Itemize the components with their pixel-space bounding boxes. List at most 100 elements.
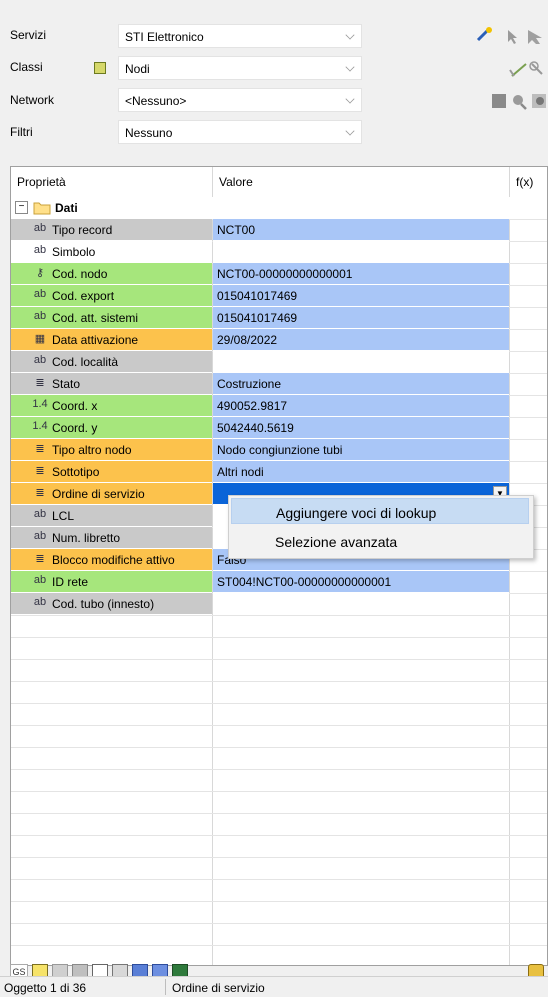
menu-item-add-lookup[interactable]: Aggiungere voci di lookup [231,498,529,524]
property-row[interactable]: ab Cod. tubo (innesto) [11,593,547,616]
property-row[interactable]: ≣ Stato Costruzione [11,373,547,396]
chevron-down-icon [345,126,355,136]
text-type-icon: ab [33,222,47,234]
property-label: LCL [52,509,75,523]
property-label: Tipo record [52,223,113,237]
group-label: Dati [55,201,78,215]
services-dropdown[interactable]: STI Elettronico [118,24,362,48]
property-label: Simbolo [52,245,96,259]
object-counter: Oggetto 1 di 36 [4,981,87,995]
property-name-cell[interactable]: 1.4 Coord. x [11,395,212,416]
list-icon: ≣ [35,443,45,455]
property-value-cell[interactable]: ST004!NCT00-00000000000001 [213,571,509,592]
text-type-icon: ab [33,354,47,366]
text-type-icon: ab [33,288,47,300]
square-icon[interactable] [492,94,506,108]
property-row[interactable]: 1.4 Coord. y 5042440.5619 [11,417,547,440]
empty-row [11,703,547,726]
property-name-cell[interactable]: ab Cod. tubo (innesto) [11,593,212,614]
property-row[interactable]: 1.4 Coord. x 490052.9817 [11,395,547,418]
property-value-cell[interactable]: Nodo congiunzione tubi [213,439,509,460]
cursor-alt-icon[interactable] [528,30,542,44]
column-header-value[interactable]: Valore [213,167,509,198]
property-name-cell[interactable]: ≣ Sottotipo [11,461,212,482]
classes-dropdown[interactable]: Nodi [118,56,362,80]
property-label: Cod. tubo (innesto) [52,597,155,611]
property-name-cell[interactable]: ≣ Ordine di servizio [11,483,212,504]
property-row[interactable]: ab ID rete ST004!NCT00-00000000000001 [11,571,547,594]
text-type-icon: ab [33,310,47,322]
property-row[interactable]: ab Cod. export 015041017469 [11,285,547,308]
empty-row [11,637,547,660]
property-name-cell[interactable]: ab Num. libretto [11,527,212,548]
status-bar: Oggetto 1 di 36 Ordine di servizio [0,976,548,997]
property-value: 015041017469 [217,311,298,325]
property-value-cell[interactable]: 015041017469 [213,307,509,328]
calendar-icon: ▦ [34,333,46,345]
edit-icon[interactable] [509,63,527,77]
property-value-cell[interactable]: 29/08/2022 [213,329,509,350]
property-row[interactable]: ab Cod. att. sistemi 015041017469 [11,307,547,330]
property-name-cell[interactable]: ▦ Data attivazione [11,329,212,350]
text-type-icon: ab [33,508,47,520]
filters-label: Filtri [10,125,33,139]
property-row[interactable]: ⚷ Cod. nodo NCT00-00000000000001 [11,263,547,286]
property-row[interactable]: ab Cod. località [11,351,547,374]
property-value: 29/08/2022 [217,333,278,347]
property-name-cell[interactable]: ab Cod. att. sistemi [11,307,212,328]
measure-icon[interactable] [529,61,543,75]
network-label: Network [10,93,55,107]
property-name-cell[interactable]: ab ID rete [11,571,212,592]
filters-dropdown[interactable]: Nessuno [118,120,362,144]
property-row[interactable]: ≣ Sottotipo Altri nodi [11,461,547,484]
property-value-cell[interactable]: 015041017469 [213,285,509,306]
property-name-cell[interactable]: 1.4 Coord. y [11,417,212,438]
property-name-cell[interactable]: ⚷ Cod. nodo [11,263,212,284]
menu-item-advanced-selection[interactable]: Selezione avanzata [231,528,529,554]
property-value: 490052.9817 [217,399,288,413]
property-name-cell[interactable]: ≣ Tipo altro nodo [11,439,212,460]
property-name-cell[interactable]: ab Cod. località [11,351,212,372]
property-value-cell[interactable] [213,593,509,614]
column-header-property[interactable]: Proprietà [11,167,212,198]
collapse-icon[interactable]: − [15,201,28,214]
zoom-extent-icon[interactable] [532,94,546,108]
property-name-cell[interactable]: ≣ Stato [11,373,212,394]
property-name-cell[interactable]: ab Simbolo [11,241,212,262]
classes-value: Nodi [125,62,150,76]
key-icon: ⚷ [35,267,45,279]
property-value-cell[interactable]: 5042440.5619 [213,417,509,438]
property-value-cell[interactable]: Costruzione [213,373,509,394]
classes-label: Classi [10,60,43,74]
network-value: <Nessuno> [125,94,187,108]
property-value-cell[interactable]: Altri nodi [213,461,509,482]
property-value: Altri nodi [217,465,264,479]
property-name-cell[interactable]: ab LCL [11,505,212,526]
list-icon: ≣ [35,553,45,565]
property-value: NCT00-00000000000001 [217,267,353,281]
property-value-cell[interactable]: NCT00-00000000000001 [213,263,509,284]
number-type-icon: 1.4 [32,398,48,410]
property-value-cell[interactable]: 490052.9817 [213,395,509,416]
property-row[interactable]: ab Simbolo [11,241,547,264]
property-row[interactable]: ▦ Data attivazione 29/08/2022 [11,329,547,352]
property-label: Ordine di servizio [52,487,145,501]
property-label: Cod. att. sistemi [52,311,139,325]
cursor-icon[interactable] [508,30,517,44]
class-node-icon [94,62,106,74]
wand-icon[interactable] [476,27,494,44]
group-row-dati[interactable]: − Dati [11,197,547,220]
zoom-icon[interactable] [513,95,527,110]
property-name-cell[interactable]: ≣ Blocco modifiche attivo [11,549,212,570]
property-value-cell[interactable] [213,241,509,262]
property-row[interactable]: ab Tipo record NCT00 [11,219,547,242]
column-header-fx[interactable]: f(x) [510,167,547,198]
property-grid: Proprietà Valore f(x) − Dati ab Tipo reco… [10,166,548,966]
property-value-cell[interactable]: NCT00 [213,219,509,240]
network-dropdown[interactable]: <Nessuno> [118,88,362,112]
property-label: Data attivazione [52,333,139,347]
property-value-cell[interactable] [213,351,509,372]
property-name-cell[interactable]: ab Tipo record [11,219,212,240]
property-row[interactable]: ≣ Tipo altro nodo Nodo congiunzione tubi [11,439,547,462]
property-name-cell[interactable]: ab Cod. export [11,285,212,306]
